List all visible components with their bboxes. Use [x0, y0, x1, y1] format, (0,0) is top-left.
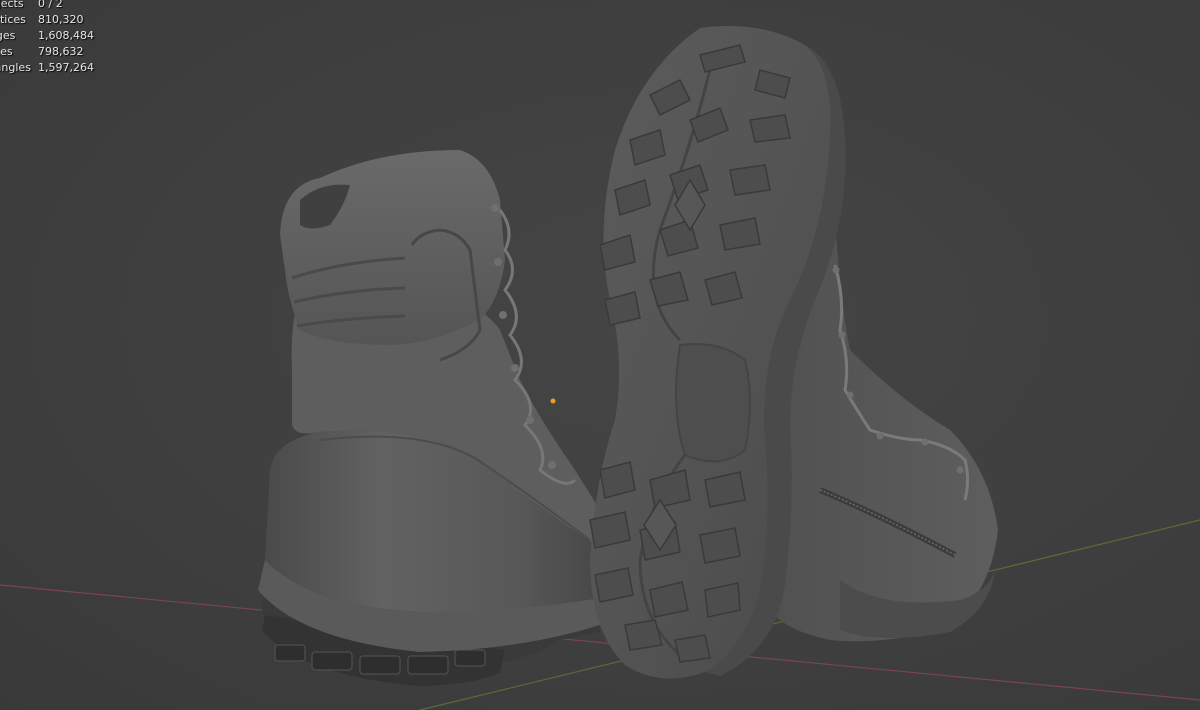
- stat-row-objects: Objects 0 / 2: [0, 0, 94, 12]
- stat-value: 1,608,484: [38, 29, 94, 42]
- origin-point[interactable]: [550, 398, 556, 404]
- stat-label: Faces: [0, 45, 13, 58]
- stat-value: 810,320: [38, 13, 84, 26]
- stat-label: Vertices: [0, 13, 26, 26]
- viewport-scene[interactable]: [0, 0, 1200, 710]
- 3d-viewport[interactable]: Objects 0 / 2 Vertices 810,320 Edges 1,6…: [0, 0, 1200, 710]
- statistics-overlay: Objects 0 / 2 Vertices 810,320 Edges 1,6…: [0, 0, 94, 76]
- stat-label: Triangles: [0, 61, 31, 74]
- stat-row-faces: Faces 798,632: [0, 44, 94, 60]
- stat-row-vertices: Vertices 810,320: [0, 12, 94, 28]
- stat-label: Edges: [0, 29, 16, 42]
- stat-label: Objects: [0, 0, 24, 10]
- stat-value: 798,632: [38, 45, 84, 58]
- stat-value: 1,597,264: [38, 61, 94, 74]
- left-boot[interactable]: [258, 150, 600, 686]
- stat-value: 0 / 2: [38, 0, 63, 10]
- right-boot[interactable]: [589, 26, 998, 679]
- stat-row-triangles: Triangles 1,597,264: [0, 60, 94, 76]
- stat-row-edges: Edges 1,608,484: [0, 28, 94, 44]
